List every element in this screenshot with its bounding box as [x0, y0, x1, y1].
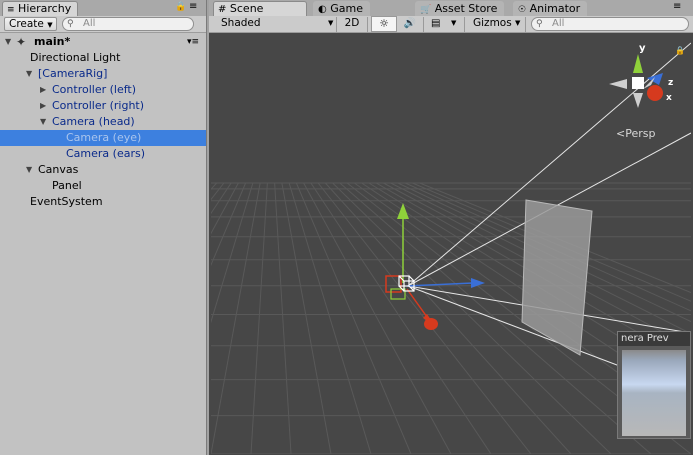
hierarchy-row[interactable]: Camera (eye)	[0, 130, 206, 146]
tab-scene[interactable]: # Scene	[213, 1, 307, 16]
hierarchy-row[interactable]: EventSystem	[0, 194, 206, 210]
hierarchy-row-label: [CameraRig]	[38, 67, 108, 80]
expand-open-icon[interactable]: ▼	[5, 34, 11, 50]
search-icon: ⚲	[67, 19, 74, 29]
game-icon: ◐	[318, 4, 327, 15]
tab-hierarchy[interactable]: ≡ Hierarchy	[2, 1, 78, 16]
camera-preview-image	[622, 350, 686, 436]
toggle-2d-button[interactable]: 2D	[340, 17, 364, 31]
scene-name: main*	[34, 35, 71, 48]
animator-icon: ☉	[518, 5, 527, 15]
panel-menu-icon[interactable]: ≡	[189, 1, 197, 12]
expand-closed-icon[interactable]: ▶	[40, 98, 46, 114]
list-icon: ≡	[7, 5, 15, 15]
lock-icon[interactable]: 🔒	[675, 46, 685, 55]
hierarchy-row-label: Camera (ears)	[66, 147, 146, 160]
hierarchy-row-label: Camera (head)	[52, 115, 135, 128]
projection-label[interactable]: <Persp	[616, 127, 655, 140]
scene-tab-bar: # Scene ◐ Game 🛒 Asset Store ☉ Animator …	[209, 0, 693, 17]
gizmo-z-label: z	[668, 78, 673, 88]
gizmo-y-label: y	[639, 43, 646, 54]
search-placeholder: All	[552, 18, 565, 29]
dropdown-arrow-icon: ▼	[451, 19, 457, 27]
center-cube[interactable]	[632, 77, 644, 89]
hierarchy-row-label: Controller (left)	[52, 83, 137, 96]
hierarchy-search-input[interactable]: ⚲ All	[62, 17, 194, 31]
scene-search-input[interactable]: ⚲ All	[531, 17, 689, 31]
divider	[367, 17, 368, 32]
grid-icon: #	[218, 4, 227, 15]
search-icon: ⚲	[536, 19, 543, 29]
hierarchy-row-label: Directional Light	[30, 51, 121, 64]
hierarchy-row-label: Panel	[52, 179, 82, 192]
divider	[464, 17, 465, 32]
panel-menu-icon[interactable]: ≡	[673, 1, 681, 12]
gizmo-x-label: x	[666, 93, 672, 103]
hierarchy-tab-bar: ≡ Hierarchy 🔒 ≡	[0, 0, 206, 17]
gizmos-dropdown[interactable]: Gizmos ▼	[469, 17, 524, 31]
hierarchy-row[interactable]: ▼ Canvas	[0, 162, 206, 178]
x-axis-handle[interactable]	[424, 318, 438, 330]
expand-open-icon[interactable]: ▼	[40, 114, 46, 130]
image-icon: ▤	[431, 18, 441, 29]
divider	[423, 17, 424, 32]
hierarchy-row-label: EventSystem	[30, 195, 103, 208]
expand-open-icon[interactable]: ▼	[26, 66, 32, 82]
scene-viewport[interactable]: y x z <Persp 🔒 nera Prev	[211, 33, 691, 454]
hierarchy-row-label: Camera (eye)	[66, 131, 142, 144]
game-tab-label: Game	[330, 2, 363, 15]
hierarchy-row[interactable]: ▶ Controller (right)	[0, 98, 206, 114]
scene-root-row[interactable]: ▼ ✦ main* ▾≡	[0, 34, 206, 50]
search-placeholder: All	[83, 18, 96, 29]
divider	[525, 17, 526, 32]
lock-icon[interactable]: 🔒	[175, 2, 186, 12]
hierarchy-row[interactable]: Panel	[0, 178, 206, 194]
create-button[interactable]: Create ▼	[4, 17, 57, 31]
gizmos-label: Gizmos	[473, 17, 512, 29]
hierarchy-row[interactable]: Camera (ears)	[0, 146, 206, 162]
create-label: Create	[9, 18, 44, 30]
hierarchy-toolbar: Create ▼ ⚲ All	[0, 16, 206, 33]
tab-animator[interactable]: ☉ Animator	[513, 1, 588, 16]
asset-store-tab-label: Asset Store	[434, 2, 498, 15]
camera-preview: nera Prev	[617, 331, 691, 439]
tab-asset-store[interactable]: 🛒 Asset Store	[415, 1, 505, 16]
hierarchy-tab-label: Hierarchy	[18, 2, 72, 15]
effects-dropdown[interactable]: ▤ ▼	[427, 16, 461, 32]
unity-scene-icon: ✦	[16, 35, 27, 49]
hierarchy-panel: ≡ Hierarchy 🔒 ≡ Create ▼ ⚲ All ▼ ✦ main*…	[0, 0, 207, 455]
scene-toolbar: Shaded ▼ 2D ☼ 🔊 ▤ ▼ Gizmos ▼ ⚲ All	[209, 16, 693, 33]
camera-preview-title: nera Prev	[618, 332, 690, 346]
shading-mode-dropdown[interactable]: Shaded ▼	[213, 17, 333, 31]
dropdown-arrow-icon: ▼	[515, 19, 521, 27]
dropdown-arrow-icon: ▼	[47, 21, 53, 29]
store-icon: 🛒	[420, 5, 432, 15]
scene-options-icon[interactable]: ▾≡	[187, 34, 199, 50]
sun-icon: ☼	[379, 17, 389, 30]
dropdown-arrow-icon: ▼	[328, 19, 334, 27]
lighting-toggle-button[interactable]: ☼	[371, 16, 397, 32]
divider	[336, 17, 337, 32]
hierarchy-row[interactable]: ▼ Camera (head)	[0, 114, 206, 130]
hierarchy-row[interactable]: ▼ [CameraRig]	[0, 66, 206, 82]
expand-open-icon[interactable]: ▼	[26, 162, 32, 178]
scene-tab-label: Scene	[229, 2, 264, 15]
x-cone[interactable]	[647, 85, 663, 101]
hierarchy-row-label: Controller (right)	[52, 99, 145, 112]
audio-toggle-button[interactable]: 🔊	[399, 16, 421, 32]
expand-closed-icon[interactable]: ▶	[40, 82, 46, 98]
shading-mode-label: Shaded	[221, 17, 261, 29]
tab-game[interactable]: ◐ Game	[313, 1, 370, 16]
hierarchy-row[interactable]: ▶ Controller (left)	[0, 82, 206, 98]
hierarchy-row[interactable]: Directional Light	[0, 50, 206, 66]
hierarchy-row-label: Canvas	[38, 163, 79, 176]
speaker-icon: 🔊	[403, 18, 417, 29]
animator-tab-label: Animator	[529, 2, 581, 15]
